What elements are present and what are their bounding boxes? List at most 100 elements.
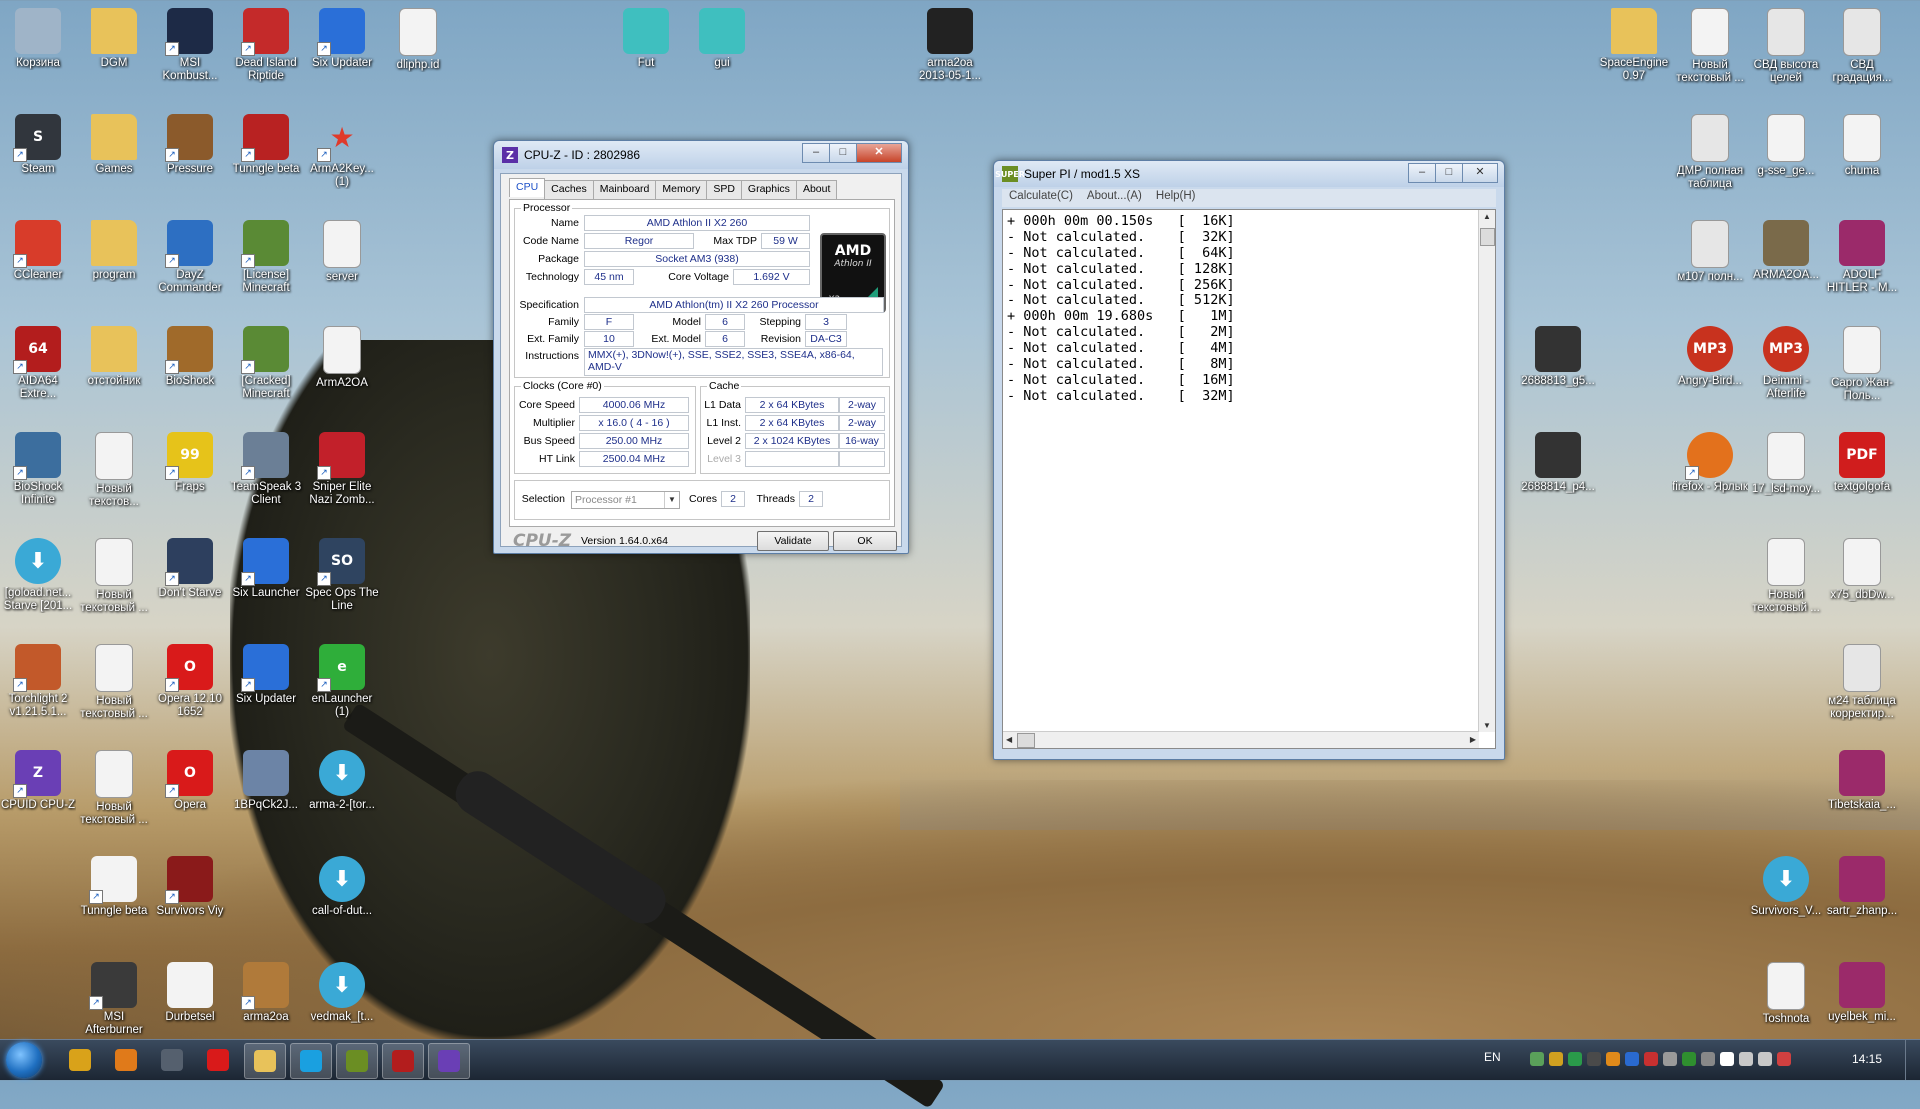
desktop-icon[interactable]: ⬇ arma-2-[tor... [304,750,380,812]
desktop-icon[interactable]: chuma [1824,114,1900,178]
taskbar-item[interactable] [336,1043,378,1079]
desktop-icon[interactable]: ↗ Torchlight 2 v1.21.5.1... [0,644,76,719]
tray-icon[interactable] [1720,1052,1734,1066]
desktop-icon[interactable]: Новый текстовый ... [76,644,152,721]
desktop-icon[interactable]: Durbetsel [152,962,228,1024]
desktop-icon[interactable]: arma2oa 2013-05-1... [912,8,988,83]
tab-mainboard[interactable]: Mainboard [592,180,657,199]
desktop-icon[interactable]: Capro Жан-Поль... [1824,326,1900,403]
desktop-icon[interactable]: Корзина [0,8,76,70]
desktop-icon[interactable]: ↗ TeamSpeak 3 Client [228,432,304,507]
tab-memory[interactable]: Memory [655,180,708,199]
tray-icon[interactable] [1606,1052,1620,1066]
taskbar-item[interactable] [382,1043,424,1079]
desktop-icon[interactable]: ДМР полная таблица [1672,114,1748,191]
tray-icon[interactable] [1530,1052,1544,1066]
desktop-icon[interactable]: 2688814_p4... [1520,432,1596,494]
desktop-icon[interactable]: ↗ Don't Starve [152,538,228,600]
tab-graphics[interactable]: Graphics [740,180,797,199]
desktop-icon[interactable]: uyelbek_mi... [1824,962,1900,1024]
tray-icon[interactable] [1682,1052,1696,1066]
desktop-icon[interactable]: ⬇ Survivors_V... [1748,856,1824,918]
desktop-icon[interactable]: O ↗ Opera [152,750,228,812]
clock[interactable]: 14:15 [1852,1052,1882,1066]
desktop-icon[interactable]: dliphp.id [380,8,456,72]
show-desktop-button[interactable] [1905,1040,1920,1080]
desktop-icon[interactable]: СВД градация... [1824,8,1900,85]
minimize-button[interactable]: – [1408,163,1436,183]
tray-icon[interactable] [1587,1052,1601,1066]
desktop-icon[interactable]: ↗ [License] Minecraft [228,220,304,295]
desktop-icon[interactable]: ↗ BioShock [152,326,228,388]
desktop-icon[interactable]: DGM [76,8,152,70]
superpi-titlebar[interactable]: SUPER Super PI / mod1.5 XS – □ ✕ [994,161,1504,187]
close-button[interactable]: ✕ [856,143,902,163]
menu-about[interactable]: About...(A) [1080,189,1149,207]
desktop-icon[interactable]: server [304,220,380,284]
desktop-icon[interactable]: Новый текстовый ... [76,538,152,615]
taskbar-item[interactable] [244,1043,286,1079]
scroll-up-icon[interactable]: ▲ [1483,212,1491,221]
desktop-icon[interactable]: ⬇ call-of-dut... [304,856,380,918]
desktop-icon[interactable]: ↗ Tunngle beta [76,856,152,918]
cpuz-titlebar[interactable]: Z CPU-Z - ID : 2802986 – □ ✕ [494,141,908,169]
desktop-icon[interactable]: ↗ Sniper Elite Nazi Zomb... [304,432,380,507]
desktop-icon[interactable]: м107 полн... [1672,220,1748,284]
desktop-icon[interactable]: Новый текстов... [76,432,152,509]
minimize-button[interactable]: – [802,143,830,163]
desktop-icon[interactable]: 99 ↗ Fraps [152,432,228,494]
desktop-icon[interactable]: ↗ Pressure [152,114,228,176]
scroll-left-icon[interactable]: ◀ [1006,735,1012,744]
desktop-icon[interactable]: ArmA2OA [304,326,380,390]
tray-icon[interactable] [1568,1052,1582,1066]
tray-icon[interactable] [1663,1052,1677,1066]
cpuz-window[interactable]: Z CPU-Z - ID : 2802986 – □ ✕ CPU Caches … [493,140,909,554]
scroll-right-icon[interactable]: ▶ [1470,735,1476,744]
menu-help[interactable]: Help(H) [1149,189,1203,207]
desktop-icon[interactable]: e ↗ enLauncher (1) [304,644,380,719]
tray-icon[interactable] [1549,1052,1563,1066]
tray-icon[interactable] [1758,1052,1772,1066]
desktop-icon[interactable]: Fut [608,8,684,70]
tab-spd[interactable]: SPD [706,180,742,199]
desktop-icon[interactable]: ↗ Tunngle beta [228,114,304,176]
desktop-icon[interactable]: g-sse_ge... [1748,114,1824,178]
vertical-scroll-thumb[interactable] [1480,228,1495,246]
desktop-icon[interactable]: ↗ Six Updater [228,644,304,706]
tray-icon[interactable] [1644,1052,1658,1066]
taskbar-item[interactable] [152,1043,192,1077]
tab-caches[interactable]: Caches [544,180,594,199]
desktop-icon[interactable]: ↗ Dead Island Riptide [228,8,304,83]
scroll-down-icon[interactable]: ▼ [1483,721,1491,730]
desktop-icon[interactable]: ↗ MSI Kombust... [152,8,228,83]
desktop-icon[interactable]: 1BPqCk2J... [228,750,304,812]
desktop-icon[interactable]: ↗ DayZ Commander [152,220,228,295]
desktop-icon[interactable]: ↗ Survivors Viy [152,856,228,918]
tray-icon[interactable] [1701,1052,1715,1066]
desktop-icon[interactable]: sartr_zhanp... [1824,856,1900,918]
desktop-icon[interactable]: отстойник [76,326,152,388]
vertical-scrollbar[interactable]: ▲ ▼ [1478,210,1495,732]
desktop-icon[interactable]: ↗ MSI Afterburner [76,962,152,1037]
desktop-icon[interactable]: MP3 Deimmi - Afterlife [1748,326,1824,401]
desktop-icon[interactable]: ★ ↗ ArmA2Key... (1) [304,114,380,189]
desktop-icon[interactable]: ↗ arma2oa [228,962,304,1024]
desktop-icon[interactable]: PDF textgolgofa [1824,432,1900,494]
desktop-icon[interactable]: СВД высота целей [1748,8,1824,85]
tray-icon[interactable] [1777,1052,1791,1066]
desktop-icon[interactable]: 64 ↗ AIDA64 Extre... [0,326,76,401]
desktop-icon[interactable]: MP3 Angry-Bird... [1672,326,1748,388]
processor-select[interactable]: Processor #1 ▼ [571,491,680,509]
maximize-button[interactable]: □ [829,143,857,163]
validate-button[interactable]: Validate [757,531,829,551]
desktop-icon[interactable]: Games [76,114,152,176]
desktop-icon[interactable]: ↗ BioShock Infinite [0,432,76,507]
desktop-icon[interactable]: 2688813_g5... [1520,326,1596,388]
desktop-icon[interactable]: ↗ firefox - Ярлык [1672,432,1748,494]
desktop-icon[interactable]: Z ↗ CPUID CPU-Z [0,750,76,812]
desktop-icon[interactable]: Tibetskaia_... [1824,750,1900,812]
maximize-button[interactable]: □ [1435,163,1463,183]
desktop-icon[interactable]: Toshnota [1748,962,1824,1026]
desktop-icon[interactable]: ADOLF HITLER - M... [1824,220,1900,295]
taskbar-item[interactable] [60,1043,100,1077]
